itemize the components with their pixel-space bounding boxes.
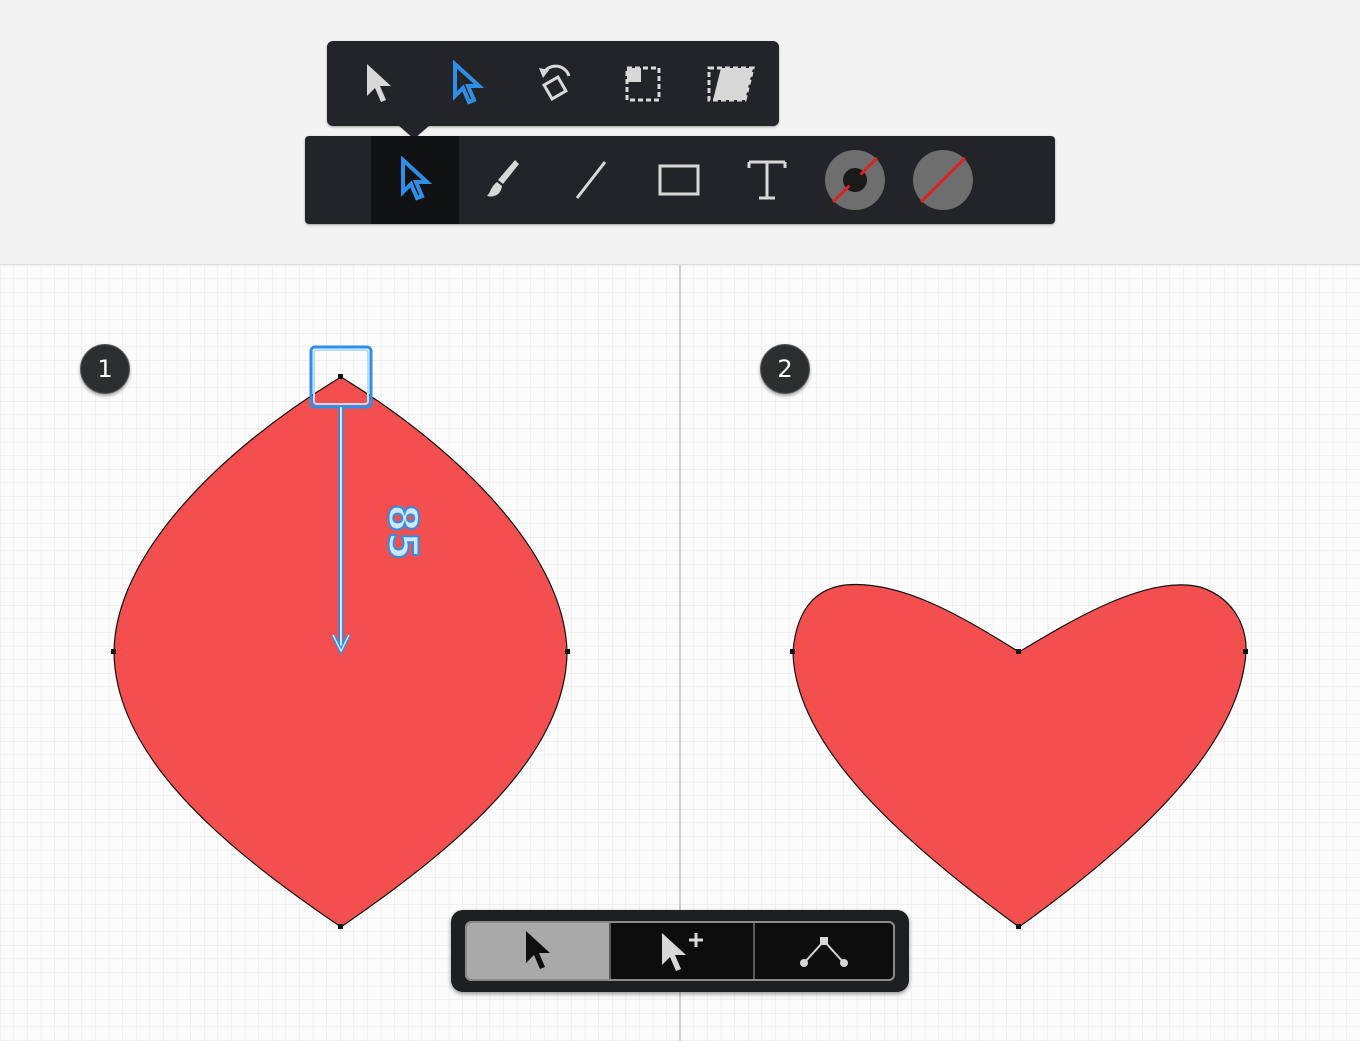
skew-tool-button[interactable] [687, 41, 775, 126]
fill-color-icon [913, 150, 973, 210]
brush-tool-button[interactable] [459, 136, 547, 224]
select-node-icon [526, 931, 550, 969]
fill-color-button[interactable] [899, 136, 987, 224]
node-segmented-control [465, 921, 895, 981]
rectangle-icon [658, 164, 700, 196]
direct-select-arrow-icon [453, 59, 485, 105]
step-badge-1: 1 [80, 344, 130, 394]
selection-tools-popover [327, 41, 779, 126]
rotate-icon [539, 64, 571, 101]
text-icon [747, 160, 787, 200]
select-arrow-icon [401, 156, 433, 201]
step-badge-2: 2 [760, 344, 810, 394]
rectangle-tool-button[interactable] [635, 136, 723, 224]
convert-node-button[interactable] [755, 923, 893, 979]
brush-icon [487, 160, 519, 197]
stroke-color-icon [825, 150, 885, 210]
skew-icon [707, 66, 755, 101]
text-tool-button[interactable] [723, 136, 811, 224]
line-icon [575, 161, 607, 199]
add-node-icon [662, 933, 703, 971]
select-tool-button[interactable] [371, 136, 459, 224]
scale-icon [625, 66, 661, 101]
select-arrow-icon [367, 63, 391, 102]
rotate-tool-button[interactable] [511, 41, 599, 126]
line-tool-button[interactable] [547, 136, 635, 224]
scale-tool-button[interactable] [599, 41, 687, 126]
top-band [0, 0, 1360, 264]
node-toolbar [451, 910, 909, 992]
main-toolbar [305, 136, 1055, 224]
add-node-button[interactable] [611, 923, 753, 979]
select-tool-button[interactable] [335, 41, 423, 126]
convert-node-icon [800, 937, 848, 967]
stroke-color-button[interactable] [811, 136, 899, 224]
direct-select-tool-button[interactable] [423, 41, 511, 126]
select-node-button[interactable] [467, 923, 609, 979]
